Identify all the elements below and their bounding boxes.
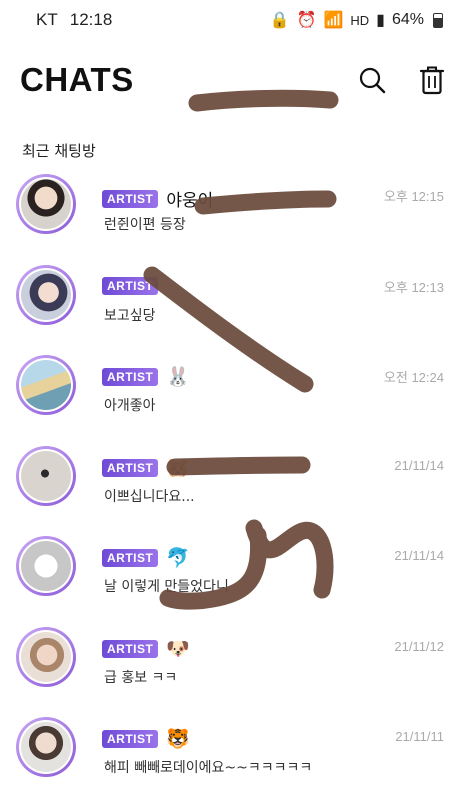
chat-name: 야웅이 xyxy=(166,191,214,211)
chat-time: 21/11/14 xyxy=(394,457,444,473)
search-button[interactable] xyxy=(357,65,387,95)
chat-preview: 이쁘십니다요... xyxy=(104,488,195,505)
wifi-icon: 📶 xyxy=(323,12,344,29)
chat-row[interactable]: ARTIST 보고싶당 오후 12:13 xyxy=(0,261,465,352)
avatar xyxy=(16,717,76,777)
chat-preview: 날 이렇게 만들었다니 xyxy=(104,579,229,595)
section-label-recent-chats: 최근 채팅방 xyxy=(22,142,96,160)
carrier-label: KT xyxy=(36,10,58,29)
lock-icon: 🔒 xyxy=(269,12,290,29)
status-right: 🔒 ⏰ 📶 HD ▮ 64% xyxy=(270,10,443,30)
artist-badge: ARTIST xyxy=(102,549,159,567)
search-icon xyxy=(359,67,386,94)
artist-badge: ARTIST xyxy=(102,368,159,386)
chat-list: ARTIST 야웅이 런쥔이편 등장 오후 12:15 ARTIST 보고싶당 … xyxy=(0,170,465,804)
chat-row[interactable]: ARTIST 🐶 급 홍보 ㅋㅋ 21/11/12 xyxy=(0,623,465,714)
chat-time: 21/11/11 xyxy=(395,729,444,744)
chat-preview: 급 홍보 ㅋㅋ xyxy=(104,669,178,686)
chat-preview: 런쥔이편 등장 xyxy=(104,217,186,233)
chat-time: 21/11/14 xyxy=(394,548,444,563)
battery-icon xyxy=(433,12,443,28)
chat-preview: 아개좋아 xyxy=(104,398,156,414)
rabbit-icon: 🐰 xyxy=(166,366,191,388)
artist-badge: ARTIST xyxy=(102,189,159,208)
status-left: KT 12:18 xyxy=(36,10,112,30)
hamster-icon: 🐹 xyxy=(166,456,191,479)
artist-badge: ARTIST xyxy=(102,458,159,477)
header: CHATS xyxy=(0,56,465,104)
clock: 12:18 xyxy=(69,10,113,29)
dolphin-icon: 🐬 xyxy=(166,547,191,569)
avatar xyxy=(16,355,76,415)
chat-row[interactable]: ARTIST 🐯 해피 빼빼로데이에요~~ㅋㅋㅋㅋㅋ 21/11/11 xyxy=(0,713,465,804)
status-bar: KT 12:18 🔒 ⏰ 📶 HD ▮ 64% xyxy=(0,0,465,40)
header-actions xyxy=(357,65,447,95)
signal-icon: ▮ xyxy=(376,12,385,29)
trash-icon xyxy=(419,66,445,95)
battery-percent: 64% xyxy=(391,11,424,28)
artist-badge: ARTIST xyxy=(102,276,159,295)
chat-time: 오후 12:13 xyxy=(383,279,444,295)
avatar xyxy=(16,264,76,325)
chat-time: 오전 12:24 xyxy=(383,370,444,385)
artist-badge: ARTIST xyxy=(102,639,159,658)
chat-row[interactable]: ARTIST 🐹 이쁘십니다요... 21/11/14 xyxy=(0,442,465,533)
chat-time: 오후 12:15 xyxy=(383,189,444,204)
avatar xyxy=(16,445,76,506)
chat-row[interactable]: ARTIST 야웅이 런쥔이편 등장 오후 12:15 xyxy=(0,170,465,261)
chat-row[interactable]: ARTIST 🐬 날 이렇게 만들었다니 21/11/14 xyxy=(0,532,465,623)
delete-button[interactable] xyxy=(417,65,447,95)
avatar xyxy=(16,626,76,687)
chat-preview: 해피 빼빼로데이에요~~ㅋㅋㅋㅋㅋ xyxy=(104,760,313,776)
tiger-icon: 🐯 xyxy=(166,728,191,750)
page-title: CHATS xyxy=(20,61,134,98)
alarm-icon: ⏰ xyxy=(296,12,317,29)
dog-icon: 🐶 xyxy=(166,637,191,660)
chat-time: 21/11/12 xyxy=(394,638,444,654)
chat-preview: 보고싶당 xyxy=(104,307,156,324)
avatar xyxy=(16,174,76,234)
chat-row[interactable]: ARTIST 🐰 아개좋아 오전 12:24 xyxy=(0,351,465,442)
hd-indicator: HD xyxy=(350,12,370,28)
avatar xyxy=(16,536,76,596)
artist-badge: ARTIST xyxy=(102,730,159,748)
